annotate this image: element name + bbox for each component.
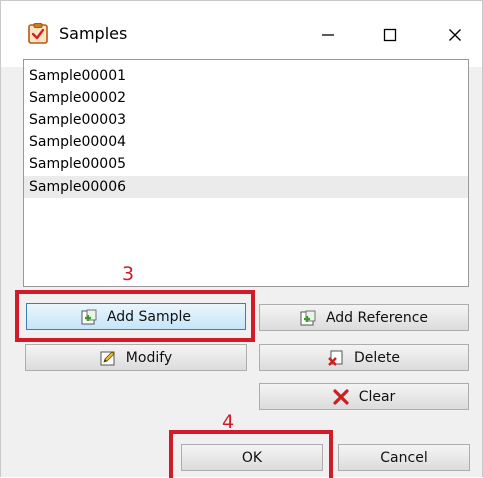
list-item[interactable]: Sample00003 — [24, 109, 468, 131]
add-sample-button[interactable]: Add Sample — [26, 303, 246, 330]
maximize-button[interactable] — [367, 13, 413, 57]
delete-label: Delete — [354, 349, 400, 366]
modify-label: Modify — [125, 349, 173, 366]
clear-button[interactable]: Clear — [259, 383, 469, 410]
add-reference-icon — [300, 310, 316, 326]
minimize-icon — [322, 34, 334, 36]
clear-label: Clear — [358, 388, 396, 405]
close-icon — [449, 29, 461, 41]
list-item[interactable]: Sample00001 — [24, 65, 468, 87]
list-item[interactable]: Sample00005 — [24, 153, 468, 175]
window-title: Samples — [59, 24, 128, 43]
delete-button[interactable]: Delete — [259, 344, 469, 371]
step-number-3: 3 — [122, 263, 135, 285]
cancel-button[interactable]: Cancel — [338, 444, 470, 471]
title-bar[interactable]: Samples — [1, 1, 482, 67]
add-sample-icon — [81, 309, 97, 325]
edit-pencil-icon — [100, 350, 116, 366]
samples-window: Samples Sample00001 Sample00002 Sample00… — [0, 0, 483, 478]
step-number-4: 4 — [222, 411, 235, 433]
maximize-icon — [383, 28, 397, 42]
clear-x-icon — [333, 388, 349, 405]
delete-icon — [328, 350, 344, 366]
list-item[interactable]: Sample00002 — [24, 87, 468, 109]
checklist-clipboard-icon — [27, 23, 49, 45]
list-item-selected[interactable]: Sample00006 — [24, 176, 468, 198]
add-reference-button[interactable]: Add Reference — [259, 304, 469, 331]
ok-label: OK — [241, 449, 263, 466]
ok-button[interactable]: OK — [181, 444, 323, 471]
list-item[interactable]: Sample00004 — [24, 131, 468, 153]
modify-button[interactable]: Modify — [25, 344, 247, 371]
add-sample-label: Add Sample — [106, 308, 192, 325]
close-button[interactable] — [432, 13, 478, 57]
minimize-button[interactable] — [305, 13, 351, 57]
cancel-label: Cancel — [380, 449, 428, 466]
samples-listbox[interactable]: Sample00001 Sample00002 Sample00003 Samp… — [23, 59, 469, 287]
add-reference-label: Add Reference — [325, 309, 429, 326]
